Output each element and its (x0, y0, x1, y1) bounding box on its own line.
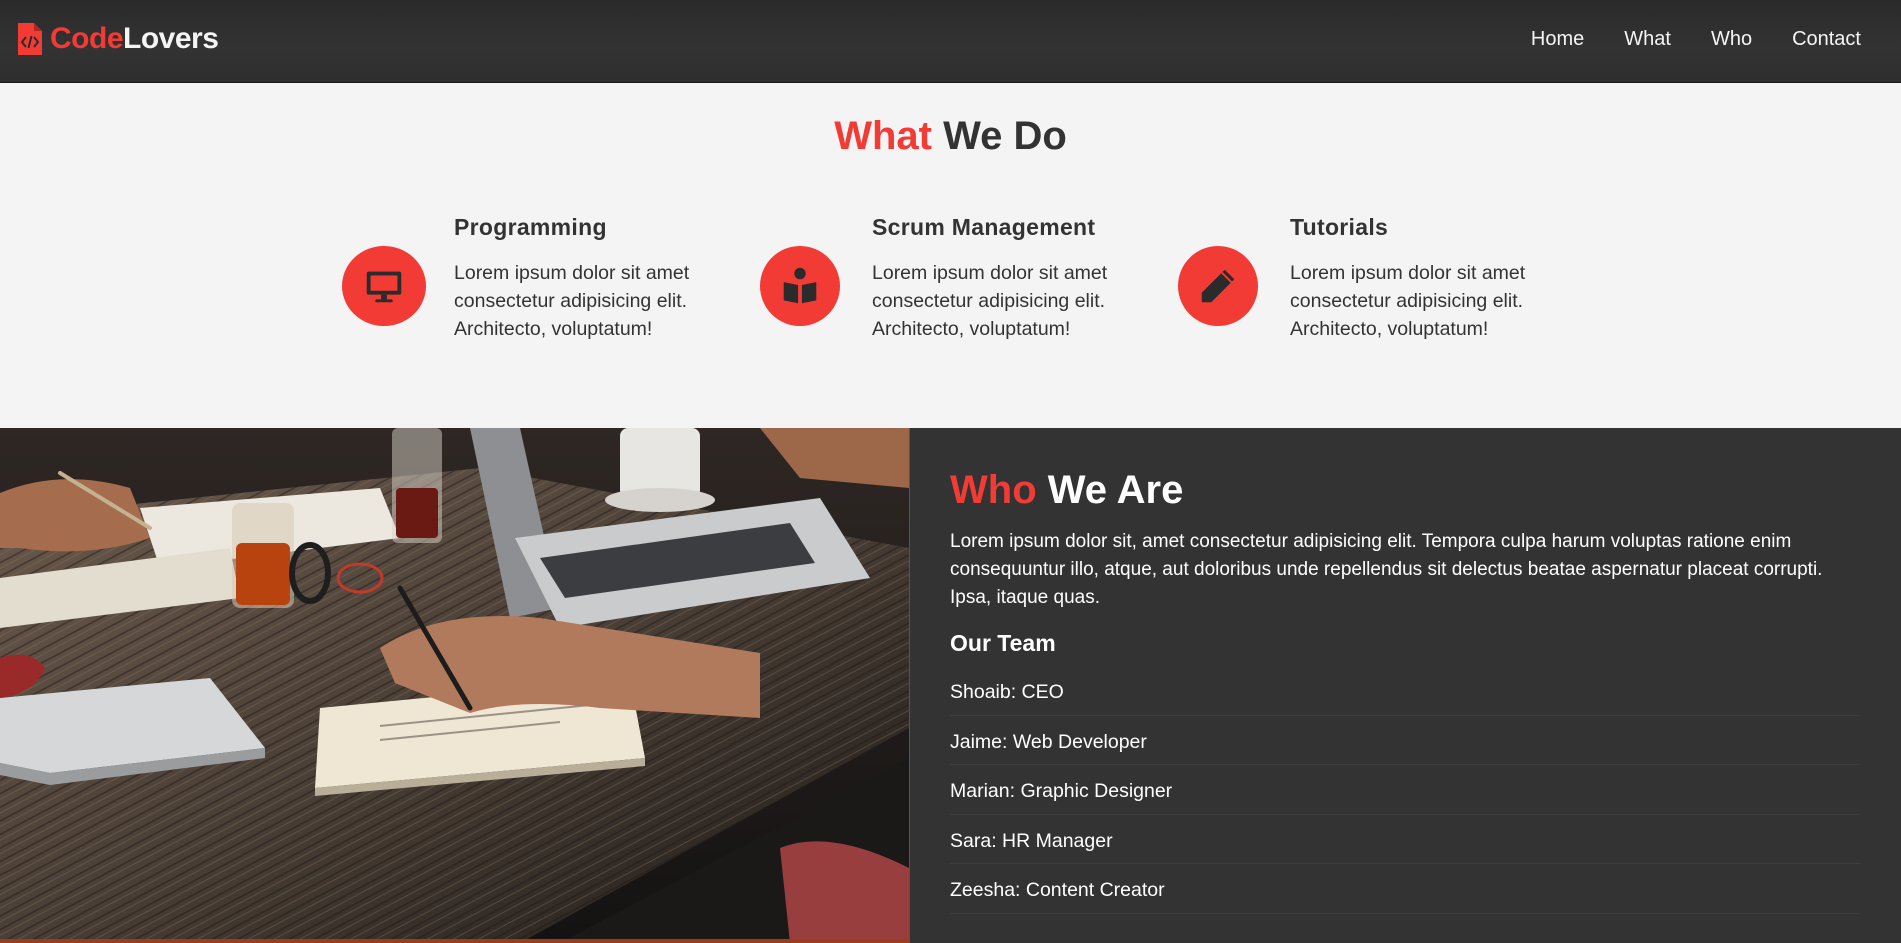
navbar: CodeLovers Home What Who Contact (0, 0, 1901, 83)
service-title: Tutorials (1290, 214, 1389, 240)
who-section-title: Who We Are (950, 468, 1184, 512)
brand-name: CodeLovers (50, 22, 219, 55)
nav-link-what[interactable]: What (1624, 28, 1671, 51)
team-photo (0, 428, 909, 943)
nav-link-home[interactable]: Home (1531, 28, 1584, 51)
nav-link-contact[interactable]: Contact (1792, 28, 1861, 51)
nav-link-who[interactable]: Who (1711, 28, 1752, 51)
service-icon-circle (760, 246, 840, 326)
team-heading: Our Team (950, 630, 1056, 656)
service-text: Lorem ipsum dolor sit amet consectetur a… (1290, 262, 1526, 340)
what-section-title: What We Do (834, 114, 1067, 158)
section-divider (0, 939, 909, 943)
service-text: Lorem ipsum dolor sit amet consectetur a… (454, 262, 690, 340)
team-member: Zeesha: Content Creator (950, 864, 1860, 914)
team-working-image (0, 428, 909, 943)
service-title: Scrum Management (872, 214, 1096, 240)
team-list: Shoaib: CEO Jaime: Web Developer Marian:… (950, 666, 1860, 914)
main-nav: Home What Who Contact (1491, 28, 1861, 51)
team-member: Marian: Graphic Designer (950, 765, 1860, 815)
desktop-icon (366, 271, 402, 303)
service-icon-circle (1178, 246, 1258, 326)
file-code-icon (18, 23, 42, 55)
pencil-icon (1201, 269, 1235, 303)
service-icon-circle (342, 246, 426, 326)
what-we-do-section: What We Do Programming Lorem ipsum dolor… (0, 84, 1901, 428)
team-member: Shoaib: CEO (950, 666, 1860, 716)
service-text: Lorem ipsum dolor sit amet consectetur a… (872, 262, 1108, 340)
brand-logo[interactable]: CodeLovers (18, 22, 219, 56)
book-reader-icon (783, 267, 817, 304)
service-title: Programming (454, 214, 607, 240)
team-member: Sara: HR Manager (950, 815, 1860, 864)
who-we-are-section: Who We Are Lorem ipsum dolor sit, amet c… (909, 428, 1901, 943)
who-description: Lorem ipsum dolor sit, amet consectetur … (950, 531, 1823, 608)
team-member: Jaime: Web Developer (950, 716, 1860, 765)
